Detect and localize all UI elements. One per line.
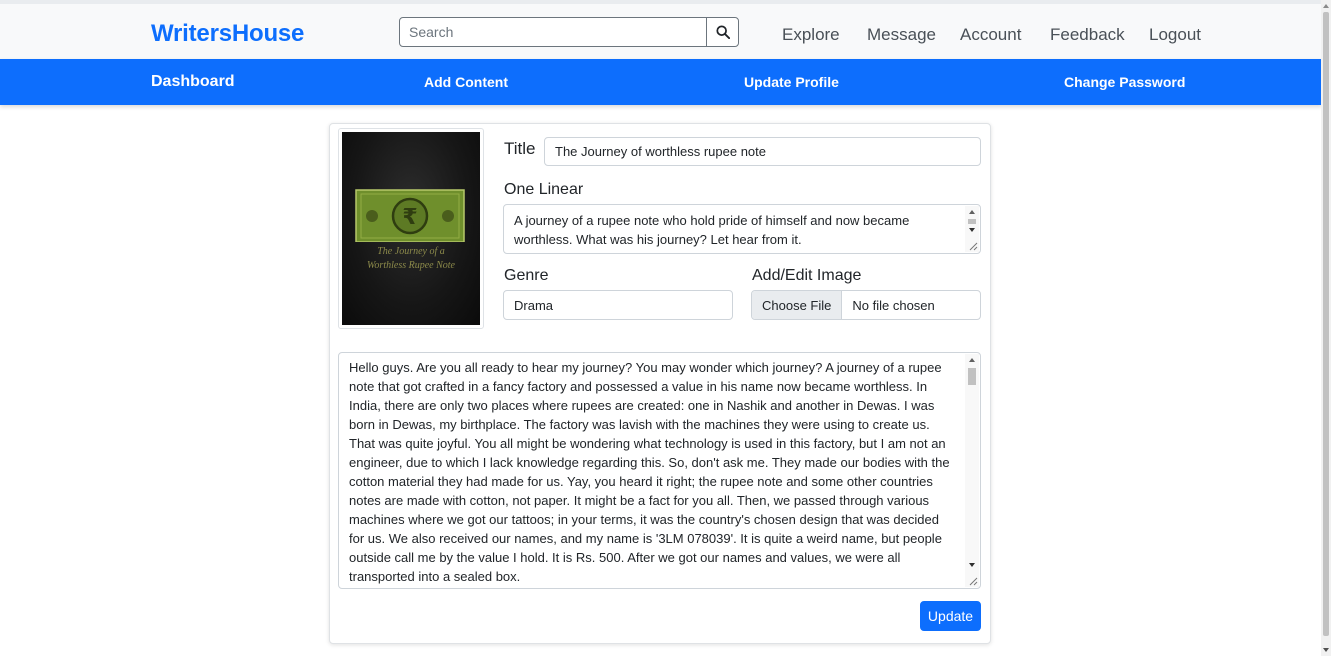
- scroll-thumb[interactable]: [968, 368, 976, 385]
- scroll-down-arrow-icon[interactable]: [969, 228, 975, 232]
- scroll-down-arrow-icon[interactable]: [969, 563, 975, 567]
- content-scrollbar[interactable]: [965, 354, 979, 587]
- search-box: [399, 17, 739, 47]
- genre-input[interactable]: Drama: [503, 290, 733, 320]
- subnav-add-content[interactable]: Add Content: [424, 74, 508, 90]
- one-linear-label: One Linear: [504, 181, 584, 198]
- dashboard-navbar: Dashboard Add Content Update Profile Cha…: [0, 59, 1322, 105]
- cover-image: ₹ The Journey of a Worthless Rupee Note: [338, 128, 484, 329]
- genre-label: Genre: [504, 267, 549, 284]
- page-scrollbar[interactable]: [1321, 0, 1331, 656]
- image-label: Add/Edit Image: [752, 267, 862, 284]
- title-label: Title: [504, 139, 536, 158]
- nav-account[interactable]: Account: [960, 25, 1021, 45]
- one-linear-text: A journey of a rupee note who hold pride…: [514, 213, 910, 247]
- resize-grip-icon[interactable]: [969, 577, 978, 586]
- one-linear-textarea[interactable]: A journey of a rupee note who hold pride…: [503, 204, 981, 254]
- choose-file-button[interactable]: Choose File: [752, 291, 843, 319]
- subnav-dashboard[interactable]: Dashboard: [151, 73, 235, 91]
- image-file-input[interactable]: Choose File No file chosen: [751, 290, 981, 320]
- update-button[interactable]: Update: [920, 601, 981, 631]
- rupee-note-illustration: ₹: [355, 189, 465, 242]
- page-scroll-up-icon[interactable]: [1323, 4, 1329, 8]
- search-input[interactable]: [400, 18, 706, 46]
- page-scroll-thumb[interactable]: [1323, 12, 1329, 636]
- top-navbar: WritersHouse Explore Message Account Fee…: [0, 0, 1321, 59]
- book-cover: ₹ The Journey of a Worthless Rupee Note: [342, 132, 480, 325]
- subnav-change-password[interactable]: Change Password: [1064, 74, 1185, 90]
- rupee-symbol: ₹: [402, 205, 417, 230]
- file-status: No file chosen: [852, 297, 935, 313]
- nav-logout[interactable]: Logout: [1149, 25, 1201, 45]
- resize-grip-icon[interactable]: [969, 242, 978, 251]
- content-text: Hello guys. Are you all ready to hear my…: [349, 360, 950, 584]
- scroll-thumb[interactable]: [968, 219, 976, 224]
- scroll-up-arrow-icon[interactable]: [969, 210, 975, 214]
- nav-message[interactable]: Message: [867, 25, 936, 45]
- search-icon: [715, 25, 730, 39]
- subnav-update-profile[interactable]: Update Profile: [744, 74, 839, 90]
- nav-feedback[interactable]: Feedback: [1050, 25, 1125, 45]
- search-button[interactable]: [706, 18, 738, 46]
- page-scroll-down-icon[interactable]: [1323, 648, 1329, 652]
- content-textarea[interactable]: Hello guys. Are you all ready to hear my…: [338, 352, 981, 589]
- brand-logo[interactable]: WritersHouse: [151, 20, 304, 48]
- title-input[interactable]: The Journey of worthless rupee note: [544, 137, 981, 166]
- scroll-up-arrow-icon[interactable]: [969, 358, 975, 362]
- cover-title: The Journey of a Worthless Rupee Note: [367, 246, 455, 271]
- nav-explore[interactable]: Explore: [782, 25, 840, 45]
